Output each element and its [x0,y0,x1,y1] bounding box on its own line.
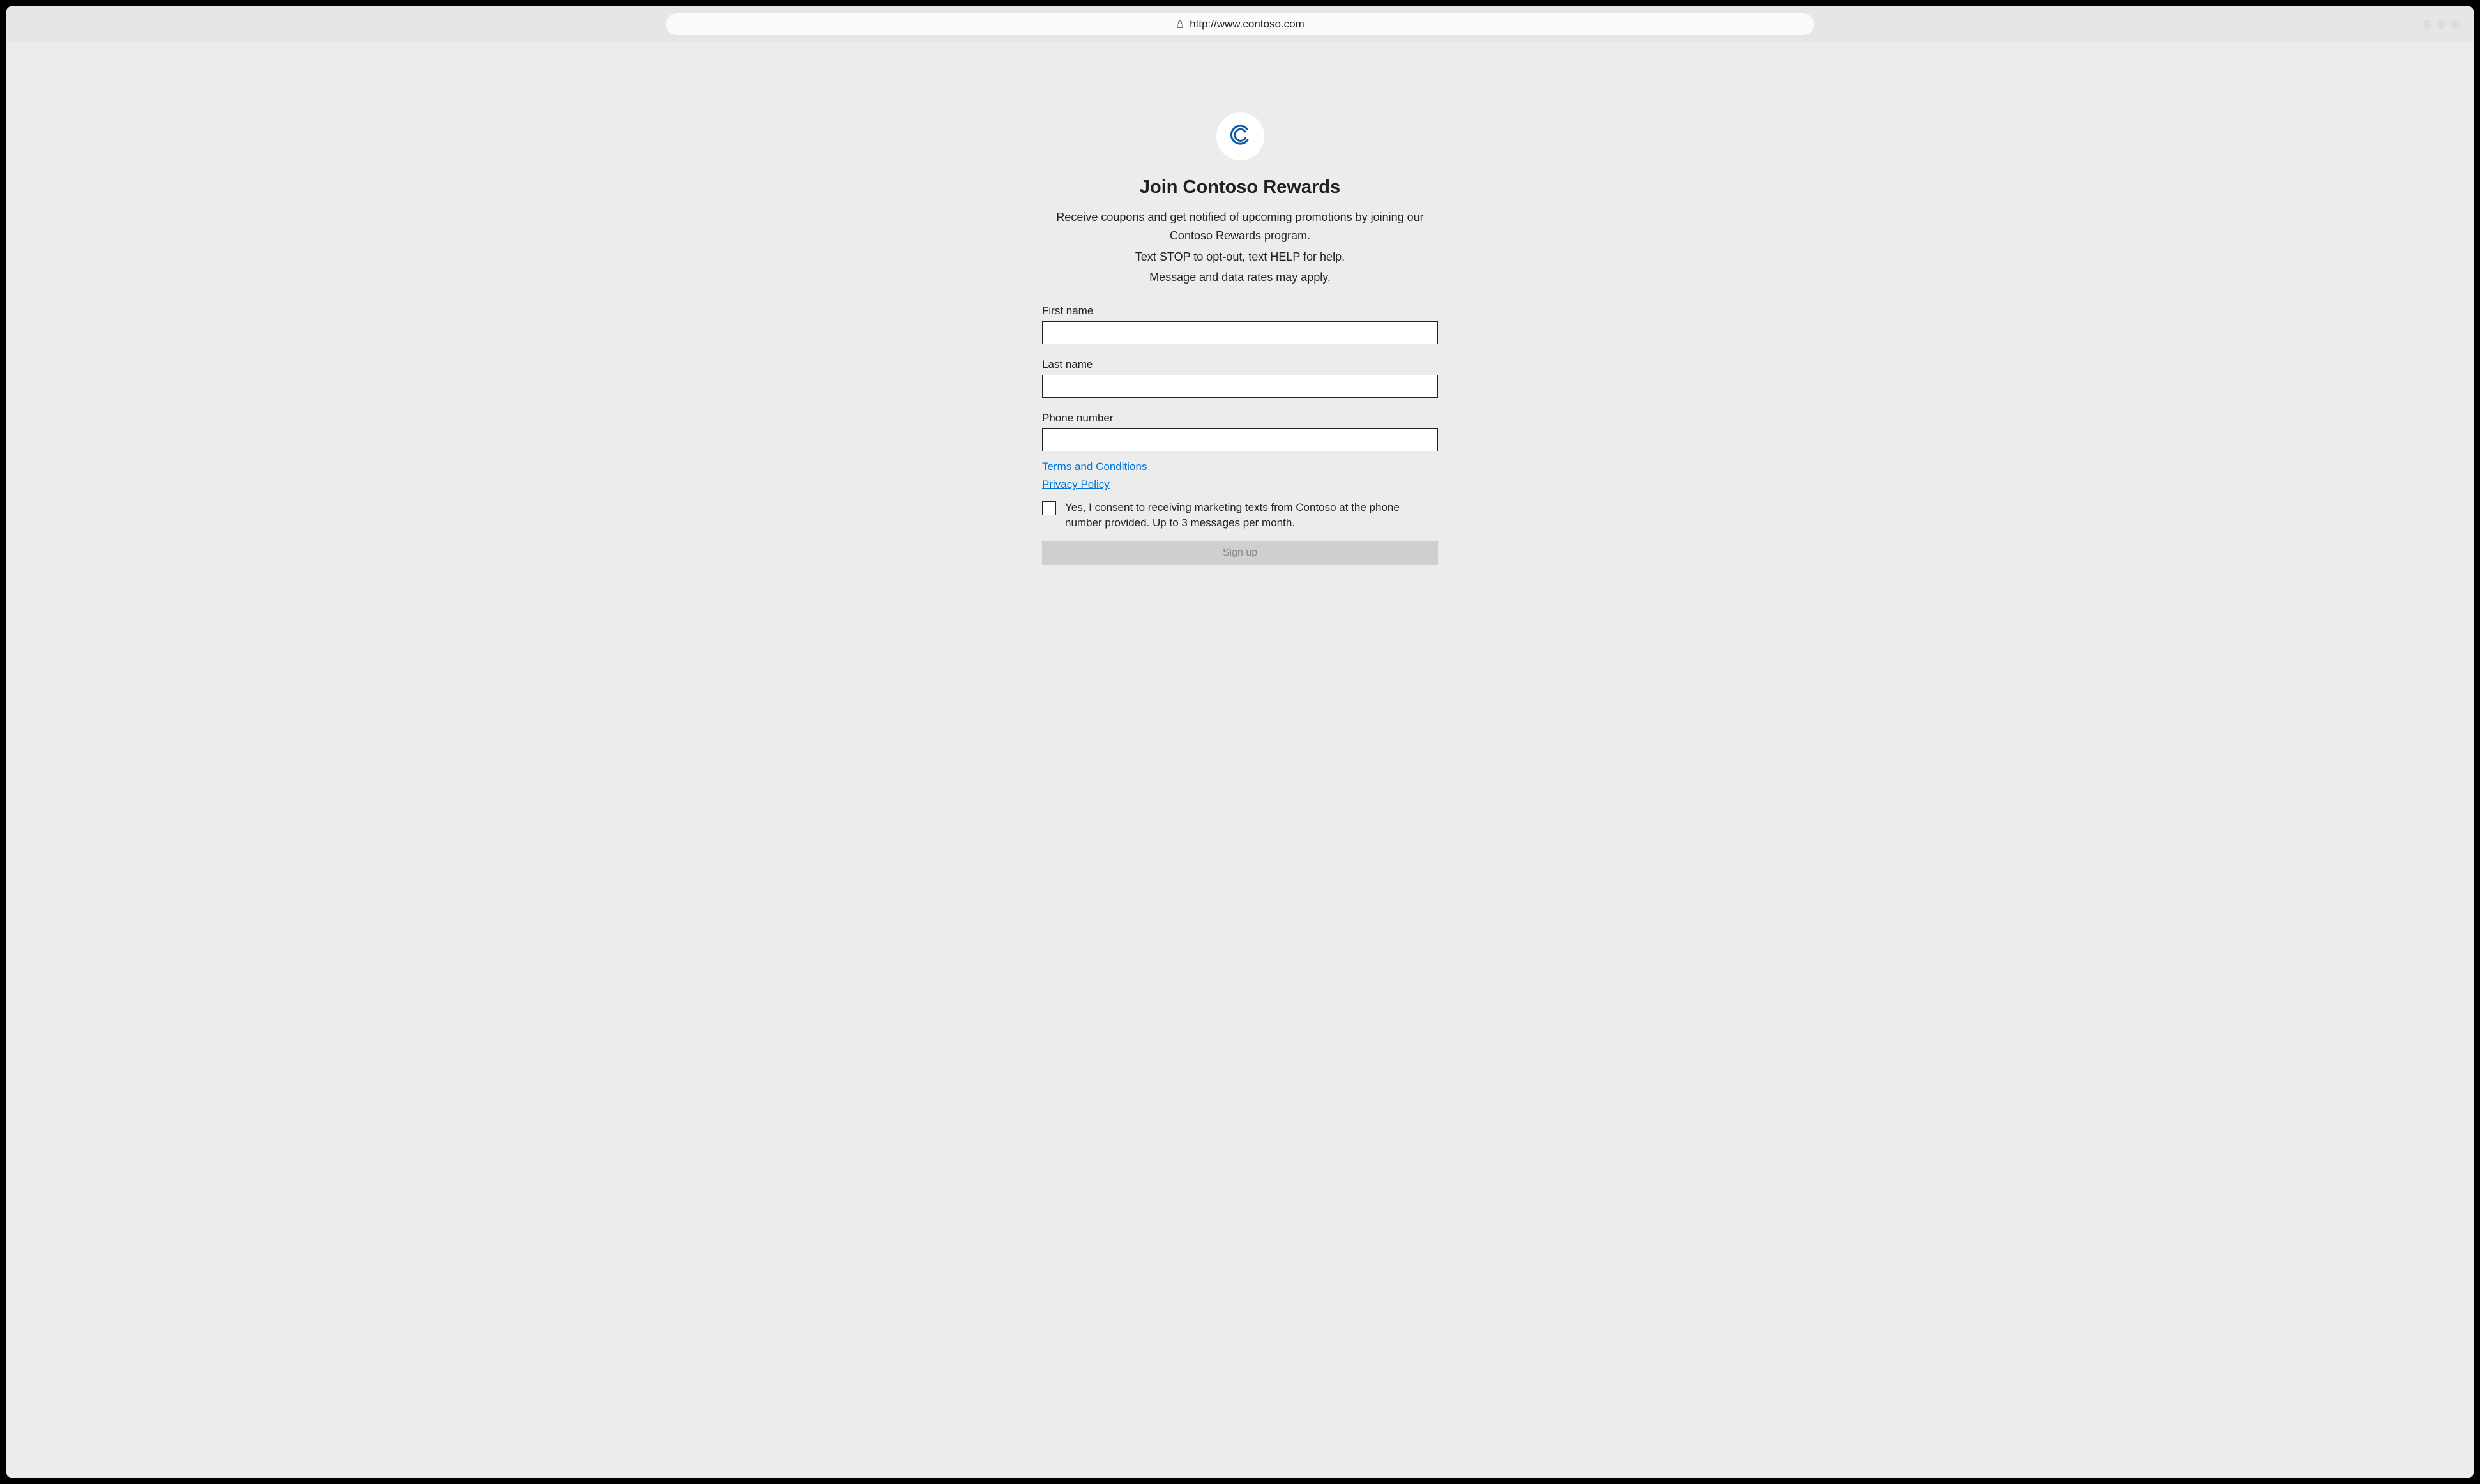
logo-c-icon [1227,122,1253,151]
form-fields: First name Last name Phone number Terms … [1042,305,1438,565]
signup-form: Join Contoso Rewards Receive coupons and… [1042,112,1438,1478]
description-line-2: Text STOP to opt-out, text HELP for help… [1042,248,1438,266]
phone-input[interactable] [1042,428,1438,451]
window-control-dot[interactable] [2451,20,2460,29]
page-body: Join Contoso Rewards Receive coupons and… [6,42,2474,1478]
consent-checkbox[interactable] [1042,501,1056,515]
browser-chrome: http://www.contoso.com [6,6,2474,42]
window-controls[interactable] [2423,20,2460,29]
consent-text: Yes, I consent to receiving marketing te… [1065,500,1438,531]
signup-button[interactable]: Sign up [1042,541,1438,565]
page-title: Join Contoso Rewards [1042,177,1438,198]
url-text: http://www.contoso.com [1190,18,1304,31]
consent-row: Yes, I consent to receiving marketing te… [1042,500,1438,531]
privacy-link[interactable]: Privacy Policy [1042,478,1110,491]
first-name-label: First name [1042,305,1438,317]
first-name-input[interactable] [1042,321,1438,344]
last-name-input[interactable] [1042,375,1438,398]
lock-icon [1176,20,1184,29]
description-line-3: Message and data rates may apply. [1042,268,1438,287]
terms-link[interactable]: Terms and Conditions [1042,460,1147,473]
window-control-dot[interactable] [2423,20,2431,29]
last-name-label: Last name [1042,358,1438,371]
phone-label: Phone number [1042,412,1438,425]
address-bar[interactable]: http://www.contoso.com [666,13,1813,35]
window-control-dot[interactable] [2437,20,2446,29]
description-line-1: Receive coupons and get notified of upco… [1042,208,1438,245]
browser-window: http://www.contoso.com Join Contoso Rewa… [6,6,2474,1478]
brand-logo [1216,112,1264,160]
